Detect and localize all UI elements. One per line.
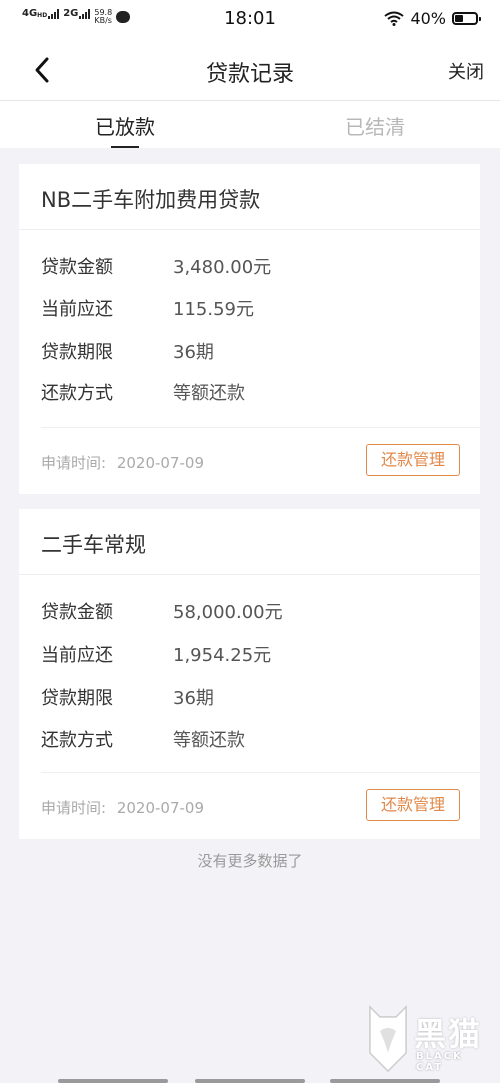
loan-card: 二手车常规 贷款金额 58,000.00元 当前应还 1,954.25元 贷款期…	[19, 509, 480, 839]
battery-fill	[455, 15, 463, 22]
home-indicator-center	[195, 1079, 305, 1083]
card-divider	[19, 574, 480, 575]
watermark-text: 黑猫	[414, 1015, 483, 1053]
loan-amount-value: 3,480.00元	[173, 257, 272, 278]
apply-date-label: 申请时间:	[41, 454, 107, 472]
loan-term-value: 36期	[173, 342, 214, 363]
watermark-subtext: BLACK CAT	[416, 1051, 463, 1073]
apply-date-value: 2020-07-09	[116, 454, 205, 472]
loan-amount-label: 贷款金额	[41, 602, 113, 623]
card-divider	[19, 229, 480, 230]
repay-method-value: 等额还款	[173, 383, 245, 404]
loan-amount-label: 贷款金额	[41, 257, 113, 278]
card-divider-bottom	[41, 772, 480, 773]
wifi-icon	[384, 11, 405, 26]
tab-bar: 已放款 已结清	[0, 101, 500, 148]
status-bar: 4G HD 2G 59.8 KB/s 18:01 40%	[0, 0, 500, 38]
black-cat-watermark: 黑猫 BLACK CAT	[364, 999, 494, 1077]
repay-method-label: 还款方式	[41, 383, 113, 404]
loan-term-value: 36期	[173, 688, 214, 709]
page-title: 贷款记录	[205, 62, 294, 87]
repay-method-value: 等额还款	[173, 730, 245, 751]
repay-manage-button[interactable]: 还款管理	[366, 789, 460, 821]
current-due-label: 当前应还	[41, 645, 113, 666]
current-due-label: 当前应还	[41, 299, 113, 320]
tab-indicator	[111, 146, 139, 148]
home-indicator-right	[330, 1079, 440, 1083]
tab-disbursed[interactable]: 已放款	[0, 111, 250, 140]
loan-card: NB二手车附加费用贷款 贷款金额 3,480.00元 当前应还 115.59元 …	[19, 164, 480, 494]
apply-date-value: 2020-07-09	[116, 799, 205, 817]
battery-icon	[452, 12, 481, 25]
home-indicator-left	[58, 1079, 168, 1083]
loan-title: 二手车常规	[41, 533, 146, 557]
loan-title: NB二手车附加费用贷款	[41, 188, 261, 212]
nav-bar: 贷款记录 关闭	[0, 38, 500, 100]
battery-text: 40%	[410, 9, 446, 28]
loan-amount-value: 58,000.00元	[173, 602, 283, 623]
status-right: 40%	[384, 9, 481, 28]
current-due-value: 115.59元	[173, 299, 254, 320]
repay-method-label: 还款方式	[41, 730, 113, 751]
loan-term-label: 贷款期限	[41, 342, 113, 363]
apply-date: 申请时间: 2020-07-09	[41, 797, 204, 818]
apply-date: 申请时间: 2020-07-09	[41, 452, 204, 473]
current-due-value: 1,954.25元	[173, 645, 272, 666]
loan-term-label: 贷款期限	[41, 688, 113, 709]
cat-logo-icon	[369, 1005, 407, 1073]
no-more-data-text: 没有更多数据了	[197, 852, 303, 870]
close-button[interactable]: 关闭	[448, 58, 484, 84]
card-divider-bottom	[41, 427, 480, 428]
tab-settled[interactable]: 已结清	[250, 111, 500, 140]
apply-date-label: 申请时间:	[41, 799, 107, 817]
repay-manage-button[interactable]: 还款管理	[366, 444, 460, 476]
